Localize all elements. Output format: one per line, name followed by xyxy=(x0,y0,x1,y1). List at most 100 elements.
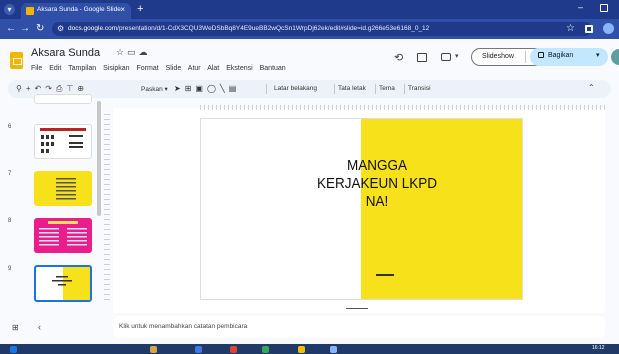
tab-close-icon[interactable]: × xyxy=(120,5,125,14)
slide-6-preview xyxy=(40,128,86,153)
editing-toolbar: ⚲+↶↷⎙⊤⊕ Paskan ▾ ➤⊞▣◯╲▤ Latar belakang T… xyxy=(8,80,611,98)
new-slide-icon[interactable]: + xyxy=(26,84,35,93)
line-icon[interactable]: ╲ xyxy=(220,84,229,93)
tab-search-icon[interactable]: ▾ xyxy=(4,4,15,15)
slide-decorative-line xyxy=(376,274,394,276)
slide-number: 6 xyxy=(8,124,12,130)
menu-tools[interactable]: Alat xyxy=(207,65,219,72)
title-actions: ☆▭☁ xyxy=(116,47,151,58)
slide-thumbnail-6[interactable] xyxy=(34,124,92,159)
menu-format[interactable]: Format xyxy=(137,65,159,72)
zoom-select[interactable]: Paskan ▾ xyxy=(141,85,168,93)
redo-icon[interactable]: ↷ xyxy=(45,84,56,93)
version-history-icon[interactable]: ⟲ xyxy=(394,51,403,64)
taskbar-app-icon[interactable] xyxy=(262,346,269,353)
menu-edit[interactable]: Edit xyxy=(49,65,61,72)
forward-icon[interactable]: → xyxy=(20,23,30,34)
slide-9-preview xyxy=(52,276,72,286)
menu-view[interactable]: Tampilan xyxy=(68,65,96,72)
paint-format-icon[interactable]: ⊤ xyxy=(66,84,77,93)
slide-7-preview xyxy=(56,178,76,200)
reload-icon[interactable]: ↻ xyxy=(36,23,44,34)
slide-thumbnail-7[interactable] xyxy=(34,171,92,206)
maximize-icon[interactable] xyxy=(600,4,608,12)
divider xyxy=(525,51,526,63)
toolbar-divider xyxy=(375,84,376,94)
speaker-notes[interactable]: Klik untuk menambahkan catatan pembicara xyxy=(113,316,605,338)
share-button[interactable]: Bagikan ▾ xyxy=(530,48,608,66)
grid-view-icon[interactable]: ⊞ xyxy=(12,323,19,332)
layout-button[interactable]: Tata letak xyxy=(338,85,366,92)
back-icon[interactable]: ← xyxy=(6,23,16,34)
star-icon[interactable]: ☆ xyxy=(116,47,127,57)
url-input[interactable]: ⚙ docs.google.com/presentation/d/1-CdX3C… xyxy=(52,22,592,36)
document-title[interactable]: Aksara Sunda xyxy=(31,47,100,59)
slide-8-preview xyxy=(39,221,87,246)
site-info-icon[interactable]: ⚙ xyxy=(57,24,64,33)
browser-tab[interactable]: Aksara Sunda - Google Slide × xyxy=(21,3,131,19)
taskbar-app-icon[interactable] xyxy=(298,346,305,353)
hide-menus-icon[interactable]: ⌃ xyxy=(588,83,595,92)
move-folder-icon[interactable]: ▭ xyxy=(127,47,139,57)
meet-icon[interactable] xyxy=(441,53,451,61)
meet-dropdown-icon[interactable]: ▾ xyxy=(455,52,459,60)
taskbar-app-icon[interactable] xyxy=(195,346,202,353)
undo-icon[interactable]: ↶ xyxy=(35,84,46,93)
menu-file[interactable]: File xyxy=(31,65,42,72)
collapse-filmstrip-icon[interactable]: ‹ xyxy=(38,322,41,332)
toolbar-insert-icons: ➤⊞▣◯╲▤ xyxy=(174,84,240,93)
browser-tab-bar: ▾ Aksara Sunda - Google Slide × + – xyxy=(0,0,619,19)
text-box-icon[interactable]: ⊞ xyxy=(185,84,196,93)
taskbar-app-icon[interactable] xyxy=(150,346,157,353)
url-domain: docs.google.com xyxy=(68,25,118,32)
current-slide[interactable]: MANGGA KERJAKEUN LKPD NA! xyxy=(200,118,523,300)
transition-button[interactable]: Transisi xyxy=(408,85,431,92)
taskbar-app-icon[interactable] xyxy=(330,346,337,353)
search-menus-icon[interactable]: ⚲ xyxy=(16,84,26,93)
address-bar-row: ← → ↻ ⚙ docs.google.com/presentation/d/1… xyxy=(0,19,619,39)
slides-favicon-icon xyxy=(26,7,34,15)
slide-thumbnail-9-selected[interactable] xyxy=(34,265,92,302)
background-button[interactable]: Latar belakang xyxy=(274,85,317,92)
minimize-icon[interactable]: – xyxy=(578,2,583,12)
share-label: Bagikan xyxy=(548,52,574,59)
menu-slide[interactable]: Slide xyxy=(166,65,182,72)
account-avatar[interactable] xyxy=(611,49,619,65)
slide-title-text[interactable]: MANGGA KERJAKEUN LKPD NA! xyxy=(305,157,449,211)
slide-thumbnail-8[interactable] xyxy=(34,218,92,253)
lock-icon xyxy=(538,52,544,58)
image-icon[interactable]: ▣ xyxy=(195,84,207,93)
tab-title: Aksara Sunda - Google Slide xyxy=(37,6,121,13)
shape-icon[interactable]: ◯ xyxy=(207,84,220,93)
slide-thumbnail-partial[interactable] xyxy=(34,94,92,104)
start-icon[interactable] xyxy=(10,346,17,353)
menu-extensions[interactable]: Ekstensi xyxy=(226,65,252,72)
theme-button[interactable]: Tema xyxy=(379,85,395,92)
print-icon[interactable]: ⎙ xyxy=(56,84,66,93)
toolbar-divider xyxy=(404,84,405,94)
share-dropdown-icon[interactable]: ▾ xyxy=(596,51,600,59)
url-path: /presentation/d/1-CdX3CQU3WeDSbBq8Y4E9ue… xyxy=(117,25,430,32)
browser-profile-avatar[interactable] xyxy=(603,23,614,34)
cloud-status-icon[interactable]: ☁ xyxy=(139,47,151,57)
toolbar-basic-icons: ⚲+↶↷⎙⊤⊕ xyxy=(16,84,88,94)
comment-add-icon[interactable]: ▤ xyxy=(229,84,241,93)
new-tab-button[interactable]: + xyxy=(137,3,143,15)
menu-help[interactable]: Bantuan xyxy=(260,65,286,72)
menu-arrange[interactable]: Atur xyxy=(188,65,201,72)
bookmark-star-icon[interactable]: ☆ xyxy=(566,23,575,34)
taskbar-app-icon[interactable] xyxy=(230,346,237,353)
extension-icon[interactable] xyxy=(585,25,593,33)
select-cursor-icon[interactable]: ➤ xyxy=(174,84,185,93)
canvas-divider-line xyxy=(346,308,368,309)
filmstrip-scrollbar[interactable] xyxy=(97,101,101,216)
slide-number: 8 xyxy=(8,218,12,224)
vertical-ruler[interactable] xyxy=(104,114,110,304)
comments-icon[interactable] xyxy=(417,53,427,62)
zoom-icon[interactable]: ⊕ xyxy=(77,84,88,93)
slide-number: 9 xyxy=(8,266,12,272)
menu-insert[interactable]: Sisipkan xyxy=(103,65,129,72)
menu-bar: File Edit Tampilan Sisipkan Format Slide… xyxy=(31,65,291,72)
horizontal-ruler[interactable] xyxy=(200,105,605,110)
slides-logo-icon[interactable] xyxy=(10,52,23,69)
